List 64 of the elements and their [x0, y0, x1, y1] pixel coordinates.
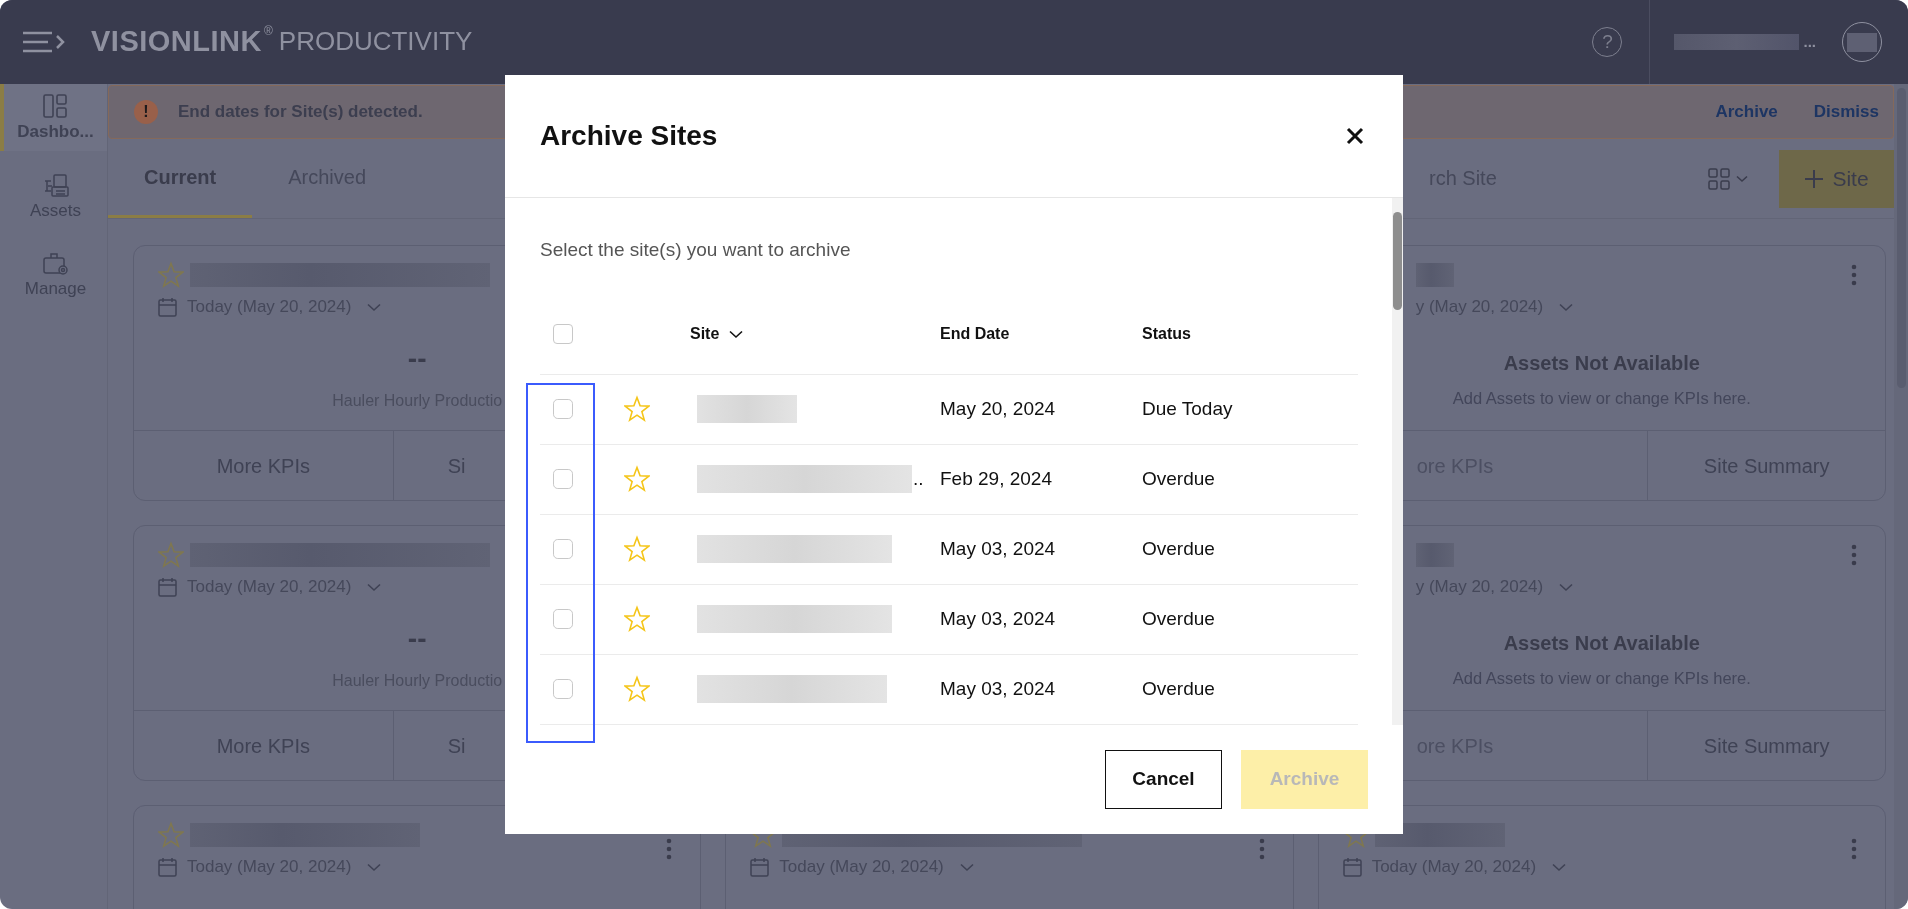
grid-icon [1708, 167, 1730, 190]
table-cell-text: May 03, 2024 [940, 676, 1057, 701]
close-icon [1346, 127, 1364, 145]
calendar-icon [158, 297, 177, 317]
dialog-scrollbar[interactable] [1392, 198, 1403, 725]
table-cell-text: Overdue [1142, 466, 1216, 491]
star-icon[interactable] [624, 535, 650, 564]
alert-link[interactable]: Dismiss [1813, 99, 1879, 125]
page-scrollbar[interactable] [1894, 84, 1908, 909]
app-logo: VISIONLINK® PRODUCTIVITY [91, 23, 473, 60]
machine-icon [42, 172, 69, 198]
plus-icon [1804, 168, 1825, 189]
kebab-icon [1258, 838, 1265, 860]
more-menu-button[interactable] [666, 838, 673, 860]
alert-link[interactable]: Archive [1715, 99, 1778, 125]
more-menu-button[interactable] [1851, 838, 1857, 860]
checkbox[interactable] [553, 679, 573, 699]
chevron-down-icon[interactable] [729, 329, 744, 339]
checkbox[interactable] [553, 324, 573, 344]
star-icon[interactable] [624, 395, 650, 424]
calendar-icon [750, 857, 770, 877]
sort-header[interactable]: Site [690, 322, 940, 346]
table-cell-text: May 03, 2024 [940, 536, 1057, 561]
user-name-ellipsis: ... [1803, 31, 1816, 52]
ellipsis-text: .. [913, 466, 924, 491]
menu-button[interactable] [22, 29, 65, 55]
column-header: End Date [940, 324, 1011, 344]
table-cell-text: Due Today [1142, 396, 1234, 421]
more-menu-button[interactable] [1258, 838, 1265, 860]
kpi-value: -- [407, 625, 427, 653]
table-cell-text: Overdue [1142, 606, 1216, 631]
table-cell-text: Overdue [1142, 536, 1216, 561]
checkbox[interactable] [553, 609, 573, 629]
cancel-button[interactable]: Cancel [1105, 750, 1222, 809]
column-header: Status [1142, 324, 1192, 344]
checkbox[interactable] [553, 539, 573, 559]
dialog-description: Select the site(s) you want to archive [540, 238, 852, 262]
kebab-icon [1851, 838, 1857, 860]
checkbox[interactable] [553, 469, 573, 489]
dialog-title: Archive Sites [540, 119, 718, 153]
menu-icon [22, 29, 65, 55]
table-cell-text: Overdue [1142, 676, 1216, 701]
calendar-icon [158, 857, 177, 877]
star-icon[interactable] [158, 261, 184, 289]
kebab-icon [1851, 264, 1857, 286]
table-cell-text: May 03, 2024 [940, 606, 1057, 631]
kebab-icon [1851, 544, 1857, 566]
star-icon[interactable] [624, 675, 650, 704]
more-menu-button[interactable] [1851, 544, 1857, 566]
table-cell-text: May 20, 2024 [940, 396, 1057, 421]
warning-icon: ! [134, 100, 158, 124]
star-icon[interactable] [624, 465, 650, 494]
kpi-value: -- [407, 345, 427, 373]
table-cell-text: Feb 29, 2024 [940, 466, 1053, 491]
dashboard-icon [42, 94, 69, 119]
star-icon[interactable] [158, 541, 184, 569]
star-icon[interactable] [158, 821, 184, 849]
kebab-icon [666, 838, 673, 860]
checkbox[interactable] [553, 399, 573, 419]
more-menu-button[interactable] [1851, 264, 1857, 286]
star-icon[interactable] [624, 605, 650, 634]
briefcase-gear-icon [42, 251, 69, 276]
calendar-icon [1342, 857, 1362, 877]
calendar-icon [158, 577, 177, 597]
